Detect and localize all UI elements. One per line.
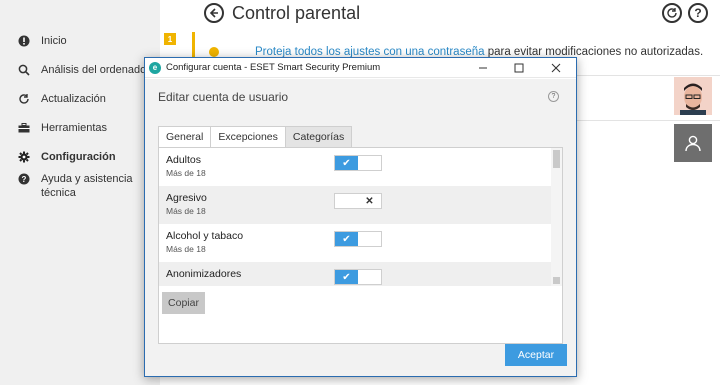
scroll-thumb[interactable] bbox=[553, 150, 560, 168]
sidebar-item-herramientas[interactable]: Herramientas bbox=[0, 121, 160, 135]
list-item: Adultos Más de 18 ✔ bbox=[159, 148, 551, 186]
help-icon: ? bbox=[18, 173, 30, 185]
help-icon[interactable]: ? bbox=[548, 91, 559, 102]
category-name: Alcohol y tabaco bbox=[166, 230, 244, 242]
sidebar-item-analisis[interactable]: Análisis del ordenador bbox=[0, 63, 160, 77]
category-age: Más de 18 bbox=[166, 168, 206, 178]
x-icon: ✕ bbox=[365, 195, 374, 207]
dialog-body: Editar cuenta de usuario ? General Excep… bbox=[145, 79, 576, 376]
dialog-heading: Editar cuenta de usuario bbox=[158, 90, 289, 104]
sidebar-item-inicio[interactable]: Inicio bbox=[0, 34, 160, 48]
help-icon[interactable]: ? bbox=[688, 3, 708, 23]
sidebar-item-actualizacion[interactable]: Actualización bbox=[0, 92, 160, 106]
notification-badge: 1 bbox=[164, 33, 176, 45]
back-arrow-icon[interactable] bbox=[204, 3, 224, 23]
user-icon[interactable] bbox=[674, 124, 712, 162]
tab-categorias[interactable]: Categorías bbox=[284, 126, 353, 147]
maximize-icon[interactable] bbox=[505, 60, 533, 76]
sidebar-item-label: Ayuda y asistencia técnica bbox=[41, 173, 133, 199]
sidebar-item-configuracion[interactable]: Configuración bbox=[0, 150, 160, 164]
tab-bar: General Excepciones Categorías bbox=[158, 126, 353, 147]
copy-button[interactable]: Copiar bbox=[162, 292, 205, 314]
eset-logo-icon: e bbox=[149, 61, 161, 74]
refresh-icon[interactable] bbox=[662, 3, 682, 23]
category-age: Más de 18 bbox=[166, 206, 206, 216]
minimize-icon[interactable] bbox=[469, 60, 497, 76]
category-toggle[interactable]: ✔ bbox=[334, 269, 382, 285]
category-name: Agresivo bbox=[166, 192, 207, 204]
category-name: Adultos bbox=[166, 154, 202, 166]
scroll-down-arrow[interactable] bbox=[553, 277, 560, 284]
scrollbar[interactable] bbox=[551, 148, 562, 286]
sidebar-item-ayuda[interactable]: ? Ayuda y asistencia técnica bbox=[0, 172, 160, 200]
list-item: Agresivo Más de 18 ✕ bbox=[159, 186, 551, 224]
search-icon bbox=[18, 64, 30, 76]
dialog-titlebar[interactable]: e Configurar cuenta - ESET Smart Securit… bbox=[145, 58, 576, 78]
check-icon: ✔ bbox=[335, 232, 358, 246]
accept-button[interactable]: Aceptar bbox=[505, 344, 567, 366]
configure-account-dialog: e Configurar cuenta - ESET Smart Securit… bbox=[144, 57, 577, 377]
list-item: Anonimizadores ✔ bbox=[159, 262, 551, 286]
list-item: Alcohol y tabaco Más de 18 ✔ bbox=[159, 224, 551, 262]
dialog-title: Configurar cuenta - ESET Smart Security … bbox=[166, 62, 381, 73]
category-name: Anonimizadores bbox=[166, 268, 242, 280]
tab-general[interactable]: General bbox=[158, 126, 212, 147]
check-icon: ✔ bbox=[335, 270, 358, 284]
sidebar-item-label: Inicio bbox=[41, 35, 67, 47]
category-toggle[interactable]: ✔ bbox=[334, 231, 382, 247]
toolbox-icon bbox=[18, 122, 30, 134]
categories-panel: Adultos Más de 18 ✔ Agresivo Más de 18 ✕… bbox=[158, 147, 563, 344]
check-icon: ✔ bbox=[335, 156, 358, 170]
category-toggle[interactable]: ✕ bbox=[334, 193, 382, 209]
tab-excepciones[interactable]: Excepciones bbox=[210, 126, 286, 147]
sidebar-item-label: Herramientas bbox=[41, 122, 108, 134]
page-title: Control parental bbox=[232, 3, 361, 23]
category-age: Más de 18 bbox=[166, 244, 206, 254]
avatar[interactable] bbox=[674, 77, 712, 115]
refresh-icon bbox=[18, 93, 30, 105]
sidebar: Inicio Análisis del ordenador Actualizac… bbox=[0, 0, 160, 385]
gear-icon bbox=[18, 151, 30, 163]
category-toggle[interactable]: ✔ bbox=[334, 155, 382, 171]
sidebar-item-label: Actualización bbox=[41, 93, 106, 105]
sidebar-item-label: Análisis del ordenador bbox=[41, 64, 150, 76]
alert-circle-icon bbox=[18, 35, 30, 47]
categories-list: Adultos Más de 18 ✔ Agresivo Más de 18 ✕… bbox=[159, 148, 551, 286]
svg-text:?: ? bbox=[22, 175, 27, 184]
sidebar-item-label: Configuración bbox=[41, 151, 116, 163]
warning-icon bbox=[209, 47, 219, 57]
close-icon[interactable] bbox=[542, 60, 570, 76]
